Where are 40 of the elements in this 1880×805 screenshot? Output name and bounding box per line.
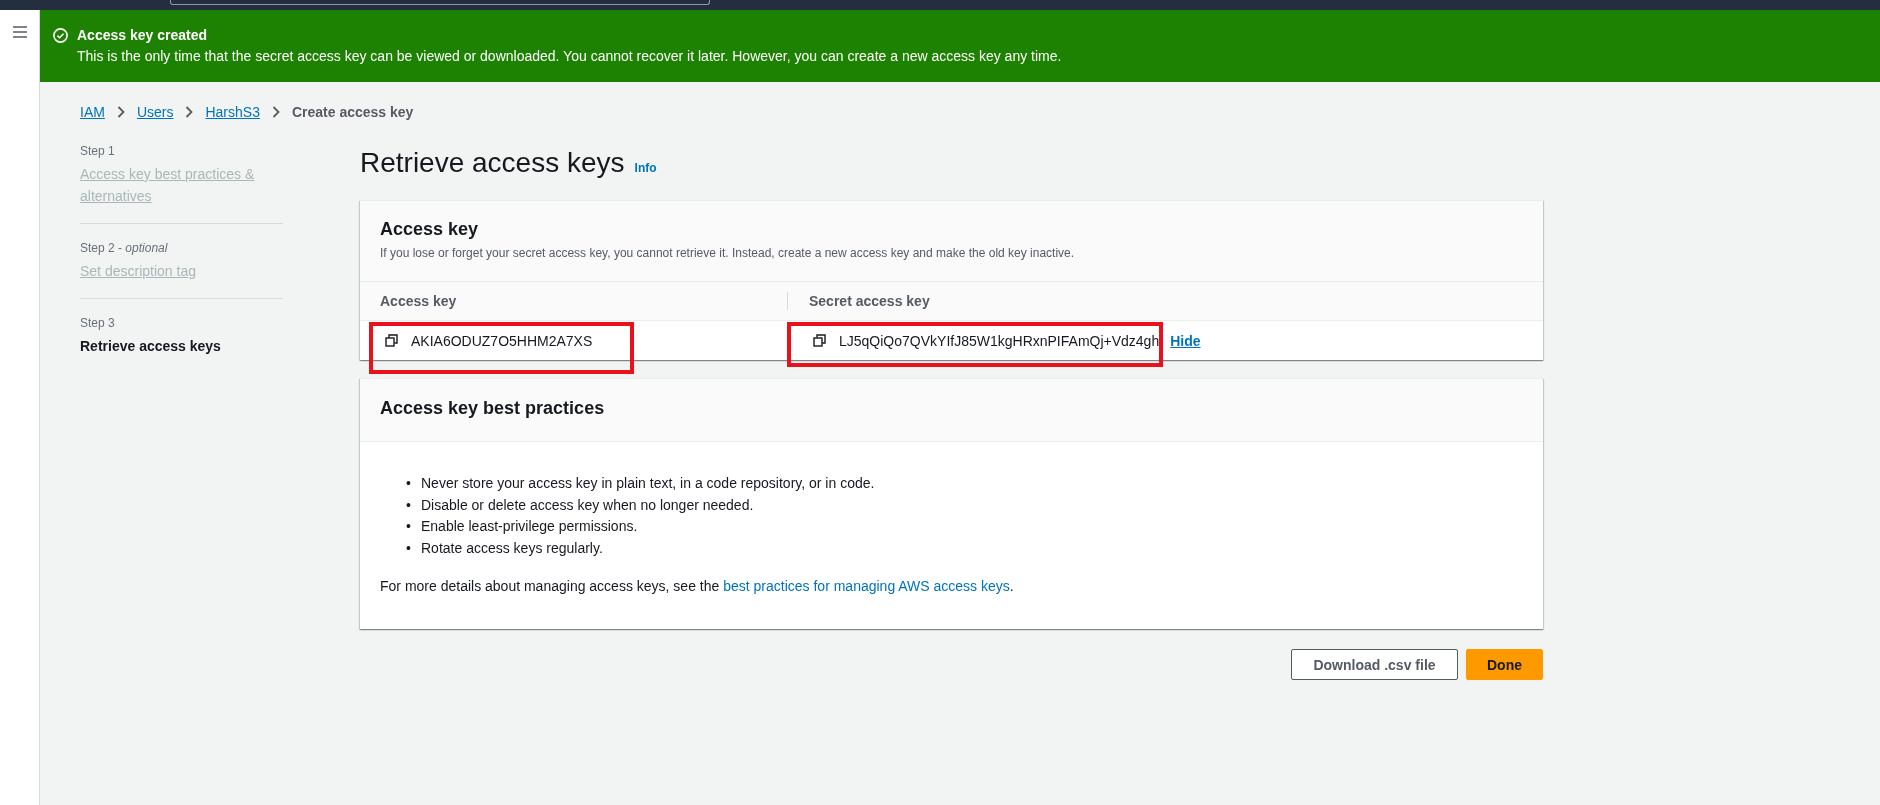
list-bullet: • — [406, 495, 412, 515]
panel-title: Access key best practices — [380, 397, 606, 419]
check-circle-icon — [53, 28, 68, 43]
practice-item: Never store your access key in plain text, in a code repository, or in code. — [421, 474, 875, 493]
secret-key-value: LJ5qQiQo7QVkYIfJ85W1kgHRxnPIFAmQj+Vdz4gh — [839, 332, 1160, 349]
access-key-value: AKIA6ODUZ7O5HHM2A7XS — [411, 332, 593, 349]
banner-title: Access key created — [77, 26, 208, 45]
list-bullet: • — [406, 474, 412, 493]
column-header: Secret access key — [809, 293, 930, 309]
chevron-right-icon — [271, 106, 280, 118]
list-bullet: • — [406, 517, 412, 536]
page-title: Retrieve access keys — [360, 146, 625, 180]
done-button[interactable]: Done — [1466, 649, 1543, 680]
step-label: Step 3 — [80, 315, 116, 331]
search-field[interactable] — [170, 0, 710, 5]
practice-item: Enable least-privilege permissions. — [421, 517, 638, 536]
step-label: Step 1 — [80, 143, 116, 159]
panel-description: If you lose or forget your secret access key, you cannot retrieve it. Instead, create a new access key and make the old key inactive. — [380, 245, 1076, 261]
hide-link[interactable]: Hide — [1170, 332, 1201, 349]
breadcrumb-link[interactable]: Users — [136, 104, 174, 120]
chevron-right-icon — [116, 106, 125, 118]
breadcrumb-current: Create access key — [291, 104, 414, 120]
chevron-right-icon — [185, 106, 194, 118]
practice-item: Disable or delete access key when no longer needed. — [421, 495, 754, 515]
current-step-title: Retrieve access keys — [80, 337, 222, 356]
practice-item: Rotate access keys regularly. — [421, 538, 603, 558]
step-label: Step 2 - optional — [80, 240, 169, 256]
copy-icon[interactable] — [385, 334, 398, 347]
menu-icon[interactable] — [13, 26, 27, 38]
list-bullet: • — [406, 538, 412, 558]
column-header: Access key — [380, 293, 457, 309]
info-link[interactable]: Info — [634, 161, 657, 175]
download-button[interactable]: Download .csv file — [1291, 649, 1458, 680]
banner-message: This is the only time that the secret access key can be viewed or downloaded. You cannot recover it later. However, you can create a new access key any time. — [77, 47, 1062, 66]
copy-icon[interactable] — [813, 334, 826, 347]
breadcrumb-link[interactable]: HarshS3 — [205, 104, 260, 120]
more-details-text: For more details about managing access keys, see the best practices for managing AWS access keys. — [380, 577, 1015, 596]
best-practices-link[interactable]: best practices for managing AWS access keys — [723, 578, 1010, 594]
breadcrumb-link[interactable]: IAM — [80, 104, 105, 120]
panel-title: Access key — [380, 218, 480, 240]
